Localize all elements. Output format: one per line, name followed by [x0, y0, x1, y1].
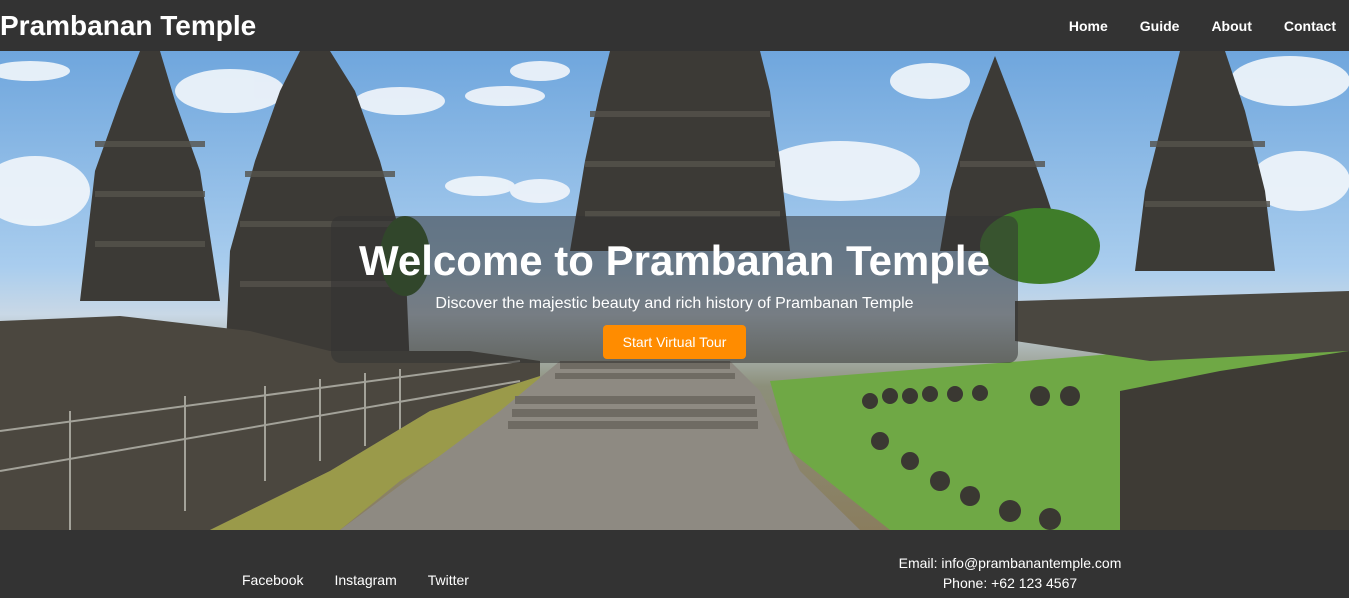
facebook-link[interactable]: Facebook	[242, 572, 303, 588]
hero-section: Welcome to Prambanan Temple Discover the…	[0, 51, 1349, 530]
site-title: Prambanan Temple	[0, 10, 257, 41]
contact-email: Email: info@prambanantemple.com	[898, 555, 1122, 571]
instagram-link[interactable]: Instagram	[334, 572, 396, 588]
contact-phone: Phone: +62 123 4567	[942, 575, 1078, 591]
hero-subheading: Discover the majestic beauty and rich hi…	[435, 295, 914, 312]
social-links: Facebook Instagram Twitter	[242, 572, 500, 588]
start-virtual-tour-button[interactable]: Start Virtual Tour	[603, 325, 746, 359]
nav-guide-link[interactable]: Guide	[1140, 18, 1180, 34]
site-header: Prambanan Temple Home Guide About Contac…	[0, 0, 1349, 51]
nav-home-link[interactable]: Home	[1069, 18, 1108, 34]
contact-info: Email: info@prambanantemple.com Phone: +…	[870, 553, 1150, 593]
hero-heading: Welcome to Prambanan Temple	[359, 237, 990, 284]
nav-contact-link[interactable]: Contact	[1284, 18, 1336, 34]
nav-about-link[interactable]: About	[1211, 18, 1251, 34]
site-footer: Facebook Instagram Twitter Email: info@p…	[0, 530, 1349, 598]
main-nav: Home Guide About Contact	[1037, 18, 1349, 34]
twitter-link[interactable]: Twitter	[428, 572, 469, 588]
hero-overlay: Welcome to Prambanan Temple Discover the…	[331, 216, 1018, 363]
